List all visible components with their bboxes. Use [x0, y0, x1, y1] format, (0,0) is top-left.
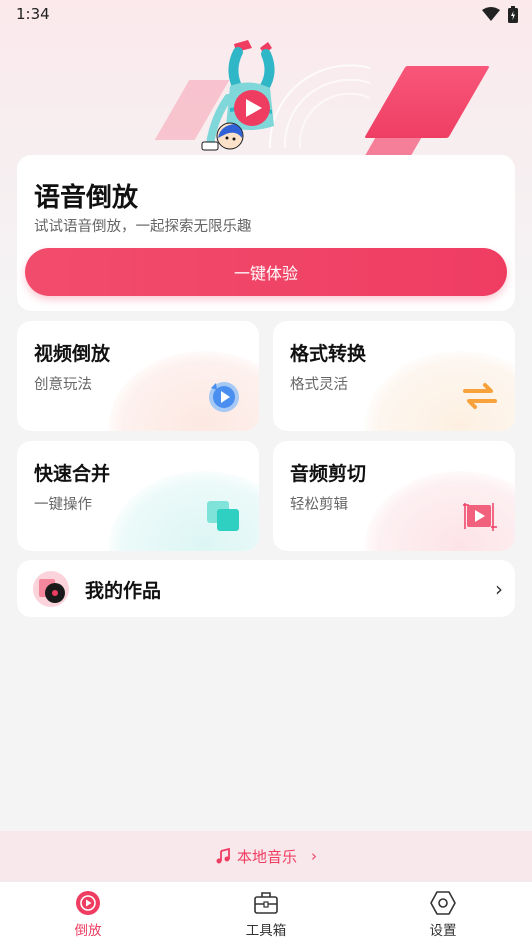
tile-format-convert[interactable]: 格式转换 格式灵活 [273, 321, 515, 431]
merge-squares-icon [207, 501, 239, 531]
tile-title: 音频剪切 [290, 463, 367, 485]
vinyl-record-icon [33, 571, 69, 607]
tab-settings[interactable]: 设置 [398, 890, 488, 939]
status-time: 1:34 [16, 5, 50, 23]
status-icons [482, 5, 518, 23]
tile-subtitle: 一键操作 [34, 497, 92, 513]
replay-icon [209, 382, 239, 412]
voice-reverse-card: 语音倒放 试试语音倒放，一起探索无限乐趣 一键体验 [17, 155, 515, 311]
try-now-button[interactable]: 一键体验 [25, 248, 507, 296]
tab-toolbox[interactable]: 工具箱 [221, 890, 311, 939]
tile-title: 视频倒放 [34, 343, 111, 365]
my-works-row[interactable]: 我的作品 › [17, 560, 515, 617]
chevron-right-icon: › [311, 847, 317, 865]
local-music-label: 本地音乐 [236, 847, 297, 866]
cut-play-icon [463, 503, 497, 531]
tile-subtitle: 格式灵活 [290, 377, 348, 393]
hero-title: 语音倒放 [34, 183, 139, 213]
toolbox-icon [254, 892, 278, 914]
status-bar: 1:34 [0, 0, 532, 28]
swap-arrows-icon [463, 383, 497, 409]
hero-subtitle: 试试语音倒放，一起探索无限乐趣 [34, 219, 252, 235]
my-works-label: 我的作品 [85, 580, 162, 602]
breakdancer-mascot-illustration [201, 40, 275, 167]
tile-quick-merge[interactable]: 快速合并 一键操作 [17, 441, 259, 551]
tile-title: 快速合并 [34, 463, 111, 485]
local-music-bar[interactable]: 本地音乐 › [0, 831, 532, 881]
tab-label: 设置 [429, 923, 457, 939]
music-note-icon [216, 848, 230, 864]
tab-reverse[interactable]: 倒放 [43, 890, 133, 939]
tile-audio-cut[interactable]: 音频剪切 轻松剪辑 [273, 441, 515, 551]
chevron-right-icon: › [495, 577, 503, 601]
wifi-icon [482, 7, 500, 21]
play-circle-icon [76, 891, 100, 915]
settings-hexagon-icon [430, 891, 456, 915]
tile-subtitle: 创意玩法 [34, 377, 92, 393]
tab-label: 倒放 [74, 923, 102, 939]
tile-video-reverse[interactable]: 视频倒放 创意玩法 [17, 321, 259, 431]
battery-icon [508, 5, 518, 23]
tile-subtitle: 轻松剪辑 [290, 497, 348, 513]
tile-title: 格式转换 [290, 343, 367, 365]
bottom-tab-bar: 倒放 工具箱 设置 [0, 881, 532, 944]
tab-label: 工具箱 [245, 923, 287, 939]
